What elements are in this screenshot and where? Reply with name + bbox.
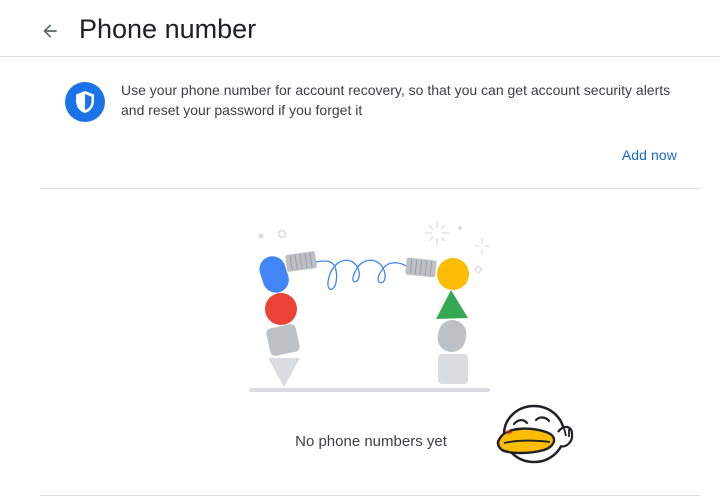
recovery-description: Use your phone number for account recove… (121, 82, 671, 118)
robot-arms-phone-cord-illustration (248, 218, 496, 394)
bottom-divider (40, 495, 700, 496)
back-button[interactable] (33, 14, 67, 48)
empty-state-message: No phone numbers yet (295, 433, 447, 450)
page-header: Phone number (0, 0, 720, 57)
page-title: Phone number (79, 14, 257, 44)
arrow-back-icon (43, 24, 57, 38)
smiling-duck-sticker (494, 402, 576, 470)
add-now-link[interactable]: Add now (622, 145, 677, 165)
recovery-info-card: Use your phone number for account recove… (40, 58, 700, 189)
shield-icon (65, 82, 105, 122)
